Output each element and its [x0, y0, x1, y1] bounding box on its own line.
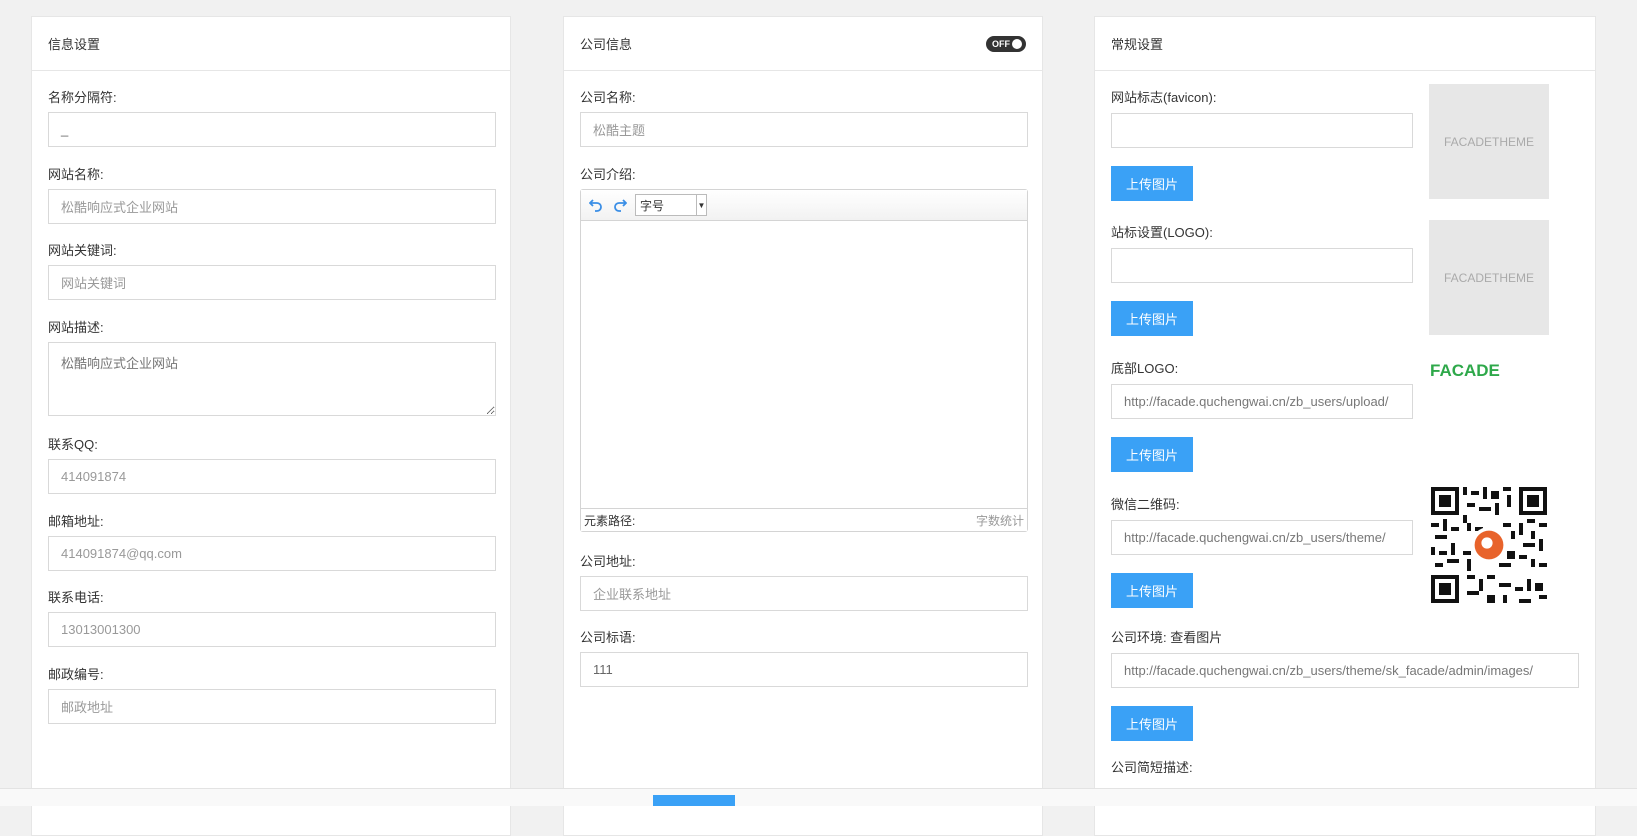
- qq-input[interactable]: 414091874: [48, 459, 496, 494]
- panel-header: 信息设置: [32, 17, 510, 71]
- editor-status-bar: 元素路径: 字数统计: [581, 508, 1027, 531]
- phone-label: 联系电话:: [48, 590, 104, 605]
- toggle-knob: [1010, 36, 1024, 51]
- company-intro-label: 公司介绍:: [580, 167, 636, 182]
- logo-upload-button[interactable]: 上传图片: [1111, 301, 1193, 336]
- wechat-qr-upload-button[interactable]: 上传图片: [1111, 573, 1193, 608]
- save-button[interactable]: [653, 795, 735, 806]
- general-settings-panel: 常规设置 网站标志(favicon): 上传图片 FACADETHEME 站标设…: [1094, 16, 1596, 836]
- company-env-label: 公司环境: 查看图片: [1111, 630, 1223, 645]
- phone-input[interactable]: 13013001300: [48, 612, 496, 647]
- font-size-label: 字号: [640, 198, 665, 213]
- qq-label: 联系QQ:: [48, 437, 98, 452]
- panel-title: 公司信息: [580, 37, 633, 52]
- wechat-qr-image: [1431, 487, 1547, 603]
- wechat-qr-input[interactable]: http://facade.quchengwai.cn/zb_users/the…: [1111, 520, 1413, 555]
- panel-title: 信息设置: [48, 37, 101, 52]
- company-short-desc-label: 公司简短描述:: [1111, 760, 1193, 775]
- company-slogan-input[interactable]: 111: [580, 652, 1028, 687]
- editor-content-area[interactable]: [581, 221, 1027, 508]
- favicon-input[interactable]: [1111, 113, 1413, 148]
- site-description-label: 网站描述:: [48, 320, 104, 335]
- word-count-label: 字数统计: [975, 513, 1024, 528]
- panel-header: 常规设置: [1095, 17, 1595, 71]
- chevron-down-icon: ▼: [696, 195, 706, 215]
- info-settings-panel: 信息设置 名称分隔符: _ 网站名称: 松酷响应式企业网站 网站关键词: 网站关…: [31, 16, 511, 836]
- logo-preview-image: FACADETHEME: [1429, 220, 1549, 335]
- company-name-label: 公司名称:: [580, 90, 636, 105]
- site-keywords-label: 网站关键词:: [48, 243, 117, 258]
- font-size-select[interactable]: 字号 ▼: [635, 194, 707, 216]
- company-slogan-label: 公司标语:: [580, 630, 636, 645]
- company-address-label: 公司地址:: [580, 554, 636, 569]
- undo-icon[interactable]: [587, 196, 605, 214]
- site-name-label: 网站名称:: [48, 167, 104, 182]
- company-env-upload-button[interactable]: 上传图片: [1111, 706, 1193, 741]
- favicon-upload-button[interactable]: 上传图片: [1111, 166, 1193, 201]
- element-path-label: 元素路径:: [584, 513, 636, 528]
- toggle-label: OFF: [992, 38, 1010, 49]
- email-label: 邮箱地址:: [48, 514, 104, 529]
- company-info-panel: 公司信息 OFF 公司名称: 松酷主题 公司介绍: 字号 ▼ 元素路径: 字数统…: [563, 16, 1043, 836]
- rich-text-editor: 字号 ▼ 元素路径: 字数统计: [580, 189, 1028, 532]
- site-description-textarea[interactable]: [48, 342, 496, 416]
- footer-logo-input[interactable]: http://facade.quchengwai.cn/zb_users/upl…: [1111, 384, 1413, 419]
- panel-header: 公司信息 OFF: [564, 17, 1042, 71]
- favicon-preview-image: FACADETHEME: [1429, 84, 1549, 199]
- logo-label: 站标设置(LOGO):: [1111, 225, 1213, 240]
- footer-logo-label: 底部LOGO:: [1111, 361, 1179, 376]
- wechat-qr-label: 微信二维码:: [1111, 497, 1180, 512]
- site-keywords-input[interactable]: 网站关键词: [48, 265, 496, 300]
- logo-input[interactable]: [1111, 248, 1413, 283]
- editor-toolbar: 字号 ▼: [581, 190, 1027, 221]
- footer-logo-upload-button[interactable]: 上传图片: [1111, 437, 1193, 472]
- company-env-input[interactable]: http://facade.quchengwai.cn/zb_users/the…: [1111, 653, 1579, 688]
- redo-icon[interactable]: [611, 196, 629, 214]
- company-address-input[interactable]: 企业联系地址: [580, 576, 1028, 611]
- separator-input[interactable]: _: [48, 112, 496, 147]
- bottom-action-bar: [0, 788, 1637, 806]
- company-name-input[interactable]: 松酷主题: [580, 112, 1028, 147]
- email-input[interactable]: 414091874@qq.com: [48, 536, 496, 571]
- footer-logo-preview: FACADE: [1430, 361, 1500, 380]
- favicon-label: 网站标志(favicon):: [1111, 90, 1217, 105]
- postcode-input[interactable]: 邮政地址: [48, 689, 496, 724]
- postcode-label: 邮政编号:: [48, 667, 104, 682]
- separator-label: 名称分隔符:: [48, 90, 117, 105]
- panel-title: 常规设置: [1111, 37, 1164, 52]
- company-info-toggle[interactable]: OFF: [986, 35, 1026, 52]
- site-name-input[interactable]: 松酷响应式企业网站: [48, 189, 496, 224]
